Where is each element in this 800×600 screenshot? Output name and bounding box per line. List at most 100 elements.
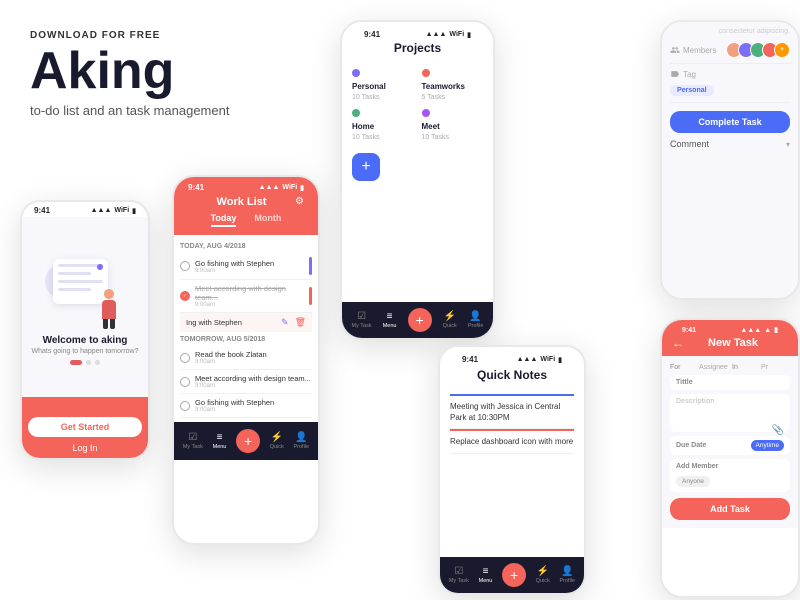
add-member-row[interactable]: Add Member Anyone [670,459,790,492]
worklist-header: 9:41 ▲▲▲ WiFi ▮ Work List ⚙ Today Month [174,177,318,235]
complete-task-button[interactable]: Complete Task [670,111,790,133]
project-personal[interactable]: Personal 10 Tasks [352,69,414,101]
p3-nav-fab[interactable]: + [408,308,432,332]
note-text-2: Replace dashboard icon with more [450,436,574,447]
delete-icon[interactable]: 🗑 [295,317,306,328]
mytask-label: My Task [183,444,203,450]
project-dot-2 [422,69,430,77]
quick-icon: ⚡ [271,432,283,443]
task-circle-2[interactable] [180,291,190,301]
tab-month[interactable]: Month [254,213,281,227]
phone-newtask: 9:41 ▲▲▲ ▲ ▮ ← New Task For Assignee In … [660,318,800,598]
due-date-label: Due Date [676,442,706,449]
due-date-row[interactable]: Due Date Anytime [670,436,790,455]
phone-projects: 9:41 ▲▲▲ WiFi ▮ Projects Personal 10 Tas… [340,20,495,340]
quicknotes-title: Quick Notes [450,368,574,382]
tag-row: Tag Personal [670,64,790,103]
tag-icon [670,69,680,79]
nav-fab[interactable]: + [236,429,260,453]
nav-mytask[interactable]: ☑ My Task [183,432,203,450]
wifi-icon: WiFi [114,207,129,214]
filter-icon[interactable]: ⚙ [295,196,304,207]
people-icon [670,45,680,55]
assignee-row: For Assignee In Pr [670,364,790,371]
task-bar-1 [309,257,312,275]
project-home[interactable]: Home 10 Tasks [352,109,414,141]
p3-profile-icon: 👤 [469,311,481,322]
anyone-chip[interactable]: Anyone [676,476,710,487]
p5-nav-menu[interactable]: ≡ Menu [479,566,493,584]
task-item-1: Go fishing with Stephen 9:00am [180,253,312,280]
title-field[interactable]: Tittle [670,375,790,390]
task-bar-2 [309,287,312,305]
for-label: For [670,364,695,371]
edit-icon[interactable]: ✎ [281,317,289,328]
status-bar-2: 9:41 ▲▲▲ WiFi ▮ [184,181,308,194]
nav-profile[interactable]: 👤 Profile [294,432,310,450]
get-started-button[interactable]: Get Started [28,417,142,437]
task-text-2: Meet according with design team... [195,284,304,302]
due-date-chip[interactable]: Anytime [751,440,784,451]
p3-nav-menu[interactable]: ≡ Menu [383,311,397,329]
desc-label: Description [676,398,784,405]
p3-nav-profile[interactable]: 👤 Profile [468,311,484,329]
p5-nav-mytask[interactable]: ☑ My Task [449,566,469,584]
tag-chip[interactable]: Personal [670,85,714,96]
task-circle-3[interactable] [180,353,190,363]
add-task-button[interactable]: Add Task [670,498,790,520]
download-label: DOWNLOAD FOR FREE [30,30,250,41]
p3-nav-mytask[interactable]: ☑ My Task [352,311,372,329]
project-meet[interactable]: Meet 10 Tasks [422,109,484,141]
time-1: 9:41 [34,206,50,215]
p5-profile-icon: 👤 [561,566,573,577]
attachment-icon[interactable]: 📎 [772,425,784,436]
newtask-header: 9:41 ▲▲▲ ▲ ▮ ← New Task [662,320,798,356]
note-item-2: Replace dashboard icon with more [450,429,574,453]
p5-menu-icon: ≡ [483,566,489,577]
dot-3 [95,360,100,365]
back-icon[interactable]: ← [672,336,684,350]
nav-quick[interactable]: ⚡ Quick [270,432,284,450]
tab-today[interactable]: Today [211,213,237,227]
p3-profile-label: Profile [468,323,484,329]
task-time-1: 9:00am [195,268,304,274]
quicknotes-body: Meeting with Jessica in Central Park at … [440,388,584,460]
menu-icon: ≡ [217,432,223,443]
p5-nav-profile[interactable]: 👤 Profile [560,566,576,584]
p5-nav-quick[interactable]: ⚡ Quick [536,566,550,584]
desc-field[interactable]: Description 📎 [670,394,790,432]
login-button[interactable]: Log In [72,443,97,453]
project-name-4: Meet [422,122,484,131]
task-circle-4[interactable] [180,377,190,387]
mytask-icon: ☑ [188,432,197,443]
carousel-dots [70,360,100,365]
comment-row: Comment ▾ [670,139,790,149]
p5-nav-fab[interactable]: + [502,563,526,587]
illus-line-2 [58,272,91,275]
task-circle-1[interactable] [180,261,190,271]
status-bar-3: 9:41 ▲▲▲ WiFi ▮ [352,26,483,41]
status-icons-5: ▲▲▲ WiFi ▮ [517,356,562,364]
status-icons-2: ▲▲▲ WiFi ▮ [259,184,304,192]
time-3: 9:41 [364,30,380,39]
chevron-down-icon: ▾ [786,140,790,149]
battery-icon-5: ▮ [558,356,562,364]
battery-icon: ▮ [132,207,136,215]
time-2: 9:41 [188,183,204,192]
add-project-button[interactable]: + [352,153,380,181]
taskdetail-body: consectetur adipiscing. Members + [662,22,798,298]
person-body [102,300,116,319]
welcome-illustration [45,249,125,329]
person-leg-r [110,319,115,329]
nav-menu[interactable]: ≡ Menu [213,432,227,450]
task-circle-5[interactable] [180,401,190,411]
status-bar-5: 9:41 ▲▲▲ WiFi ▮ [450,351,574,366]
p3-menu-icon: ≡ [387,311,393,322]
p3-nav-quick[interactable]: ⚡ Quick [443,311,457,329]
pr-value: Pr [761,364,790,371]
project-teamworks[interactable]: Teamworks 5 Tasks [422,69,484,101]
p5-quick-icon: ⚡ [537,566,549,577]
illus-line-4 [58,288,91,291]
title-field-label: Tittle [676,379,784,386]
signal-icon-2: ▲▲▲ [259,184,280,191]
